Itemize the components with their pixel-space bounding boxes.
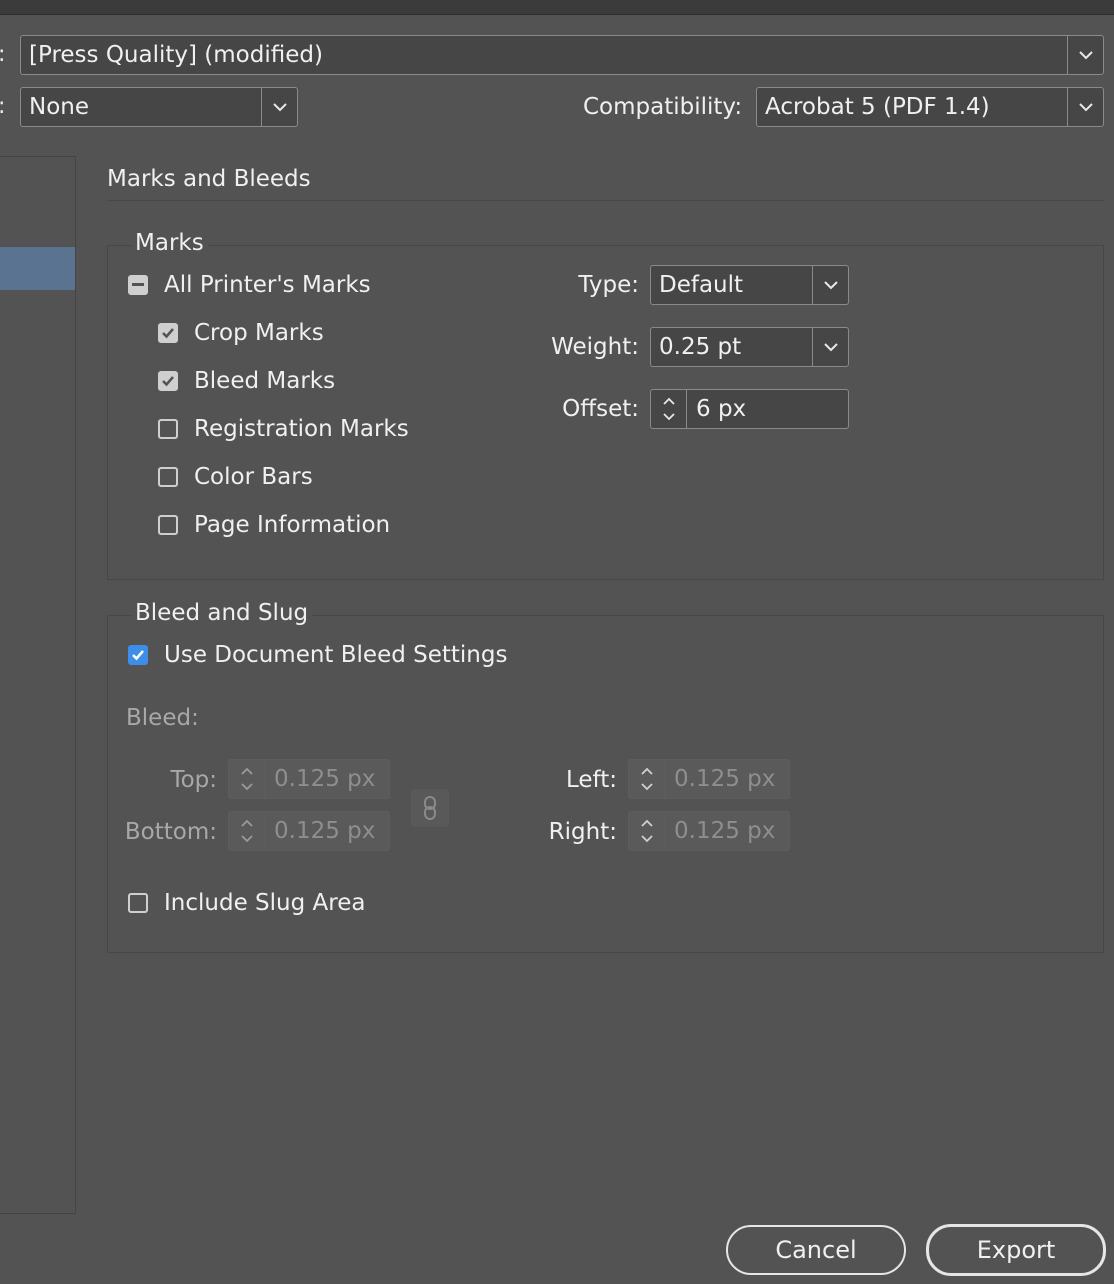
type-value: Default bbox=[659, 272, 744, 298]
bleed-marks-checkbox[interactable]: Bleed Marks bbox=[158, 368, 335, 394]
link-icon[interactable] bbox=[411, 789, 449, 827]
preset-value: [Press Quality] (modified) bbox=[29, 42, 323, 68]
color-bars-label: Color Bars bbox=[194, 464, 313, 490]
top-bleed-stepper[interactable]: 0.125 px bbox=[228, 759, 390, 799]
preset-label-fragment: : bbox=[0, 42, 5, 67]
include-slug-area-label: Include Slug Area bbox=[164, 890, 366, 916]
chevron-down-icon bbox=[261, 88, 297, 126]
registration-marks-checkbox[interactable]: Registration Marks bbox=[158, 416, 409, 442]
stepper-arrows-icon[interactable] bbox=[229, 760, 265, 798]
weight-label: Weight: bbox=[551, 334, 639, 360]
category-sidebar bbox=[0, 156, 76, 1214]
bottom-label: Bottom: bbox=[124, 819, 217, 845]
bottom-bleed-stepper[interactable]: 0.125 px bbox=[228, 811, 390, 851]
right-label: Right: bbox=[548, 819, 617, 845]
compatibility-label: Compatibility: bbox=[583, 94, 743, 120]
compatibility-value: Acrobat 5 (PDF 1.4) bbox=[765, 94, 990, 120]
checkbox-empty bbox=[128, 893, 148, 913]
offset-stepper[interactable]: 6 px bbox=[650, 389, 849, 429]
all-printers-marks-label: All Printer's Marks bbox=[164, 272, 371, 298]
page-information-checkbox[interactable]: Page Information bbox=[158, 512, 390, 538]
crop-marks-label: Crop Marks bbox=[194, 320, 324, 346]
chevron-down-icon bbox=[812, 328, 848, 366]
bleed-label: Bleed: bbox=[126, 705, 199, 731]
section-divider bbox=[107, 200, 1104, 201]
checkmark-icon bbox=[128, 645, 148, 665]
chevron-down-icon bbox=[1067, 36, 1103, 74]
color-bars-checkbox[interactable]: Color Bars bbox=[158, 464, 313, 490]
include-slug-area-checkbox[interactable]: Include Slug Area bbox=[128, 890, 365, 916]
weight-dropdown[interactable]: 0.25 pt bbox=[650, 327, 849, 367]
weight-value: 0.25 pt bbox=[659, 334, 742, 360]
type-label: Type: bbox=[578, 272, 639, 298]
offset-value: 6 px bbox=[696, 396, 747, 422]
compatibility-dropdown[interactable]: Acrobat 5 (PDF 1.4) bbox=[756, 87, 1104, 127]
page-information-label: Page Information bbox=[194, 512, 391, 538]
preset-dropdown[interactable]: [Press Quality] (modified) bbox=[20, 35, 1104, 75]
checkbox-empty bbox=[158, 419, 178, 439]
cancel-button[interactable]: Cancel bbox=[726, 1225, 906, 1275]
chevron-down-icon bbox=[812, 266, 848, 304]
checkmark-icon bbox=[158, 323, 178, 343]
checkbox-empty bbox=[158, 467, 178, 487]
all-printers-marks-checkbox[interactable]: All Printer's Marks bbox=[128, 272, 371, 298]
sidebar-item-marks-and-bleeds[interactable] bbox=[0, 247, 75, 290]
title-bar bbox=[0, 0, 1114, 15]
checkbox-empty bbox=[158, 515, 178, 535]
section-title: Marks and Bleeds bbox=[107, 166, 311, 192]
chevron-down-icon bbox=[1067, 88, 1103, 126]
bleed-slug-legend: Bleed and Slug bbox=[131, 600, 313, 626]
offset-label: Offset: bbox=[562, 396, 639, 422]
right-bleed-value: 0.125 px bbox=[674, 818, 776, 844]
standard-label-fragment: : bbox=[0, 94, 5, 119]
stepper-arrows-icon[interactable] bbox=[629, 812, 665, 850]
right-bleed-stepper[interactable]: 0.125 px bbox=[628, 811, 790, 851]
bottom-bleed-value: 0.125 px bbox=[274, 818, 376, 844]
use-document-bleed-label: Use Document Bleed Settings bbox=[164, 642, 508, 668]
stepper-arrows-icon[interactable] bbox=[651, 390, 687, 428]
standard-dropdown[interactable]: None bbox=[20, 87, 298, 127]
stepper-arrows-icon[interactable] bbox=[629, 760, 665, 798]
crop-marks-checkbox[interactable]: Crop Marks bbox=[158, 320, 324, 346]
top-bleed-value: 0.125 px bbox=[274, 766, 376, 792]
standard-value: None bbox=[29, 94, 90, 120]
left-label: Left: bbox=[565, 767, 617, 793]
checkmark-icon bbox=[158, 371, 178, 391]
top-label: Top: bbox=[170, 767, 217, 793]
export-button[interactable]: Export bbox=[926, 1224, 1106, 1276]
type-dropdown[interactable]: Default bbox=[650, 265, 849, 305]
registration-marks-label: Registration Marks bbox=[194, 416, 409, 442]
bleed-marks-label: Bleed Marks bbox=[194, 368, 336, 394]
marks-legend: Marks bbox=[131, 230, 208, 256]
use-document-bleed-checkbox[interactable]: Use Document Bleed Settings bbox=[128, 642, 507, 668]
left-bleed-value: 0.125 px bbox=[674, 766, 776, 792]
minus-icon bbox=[128, 275, 148, 295]
left-bleed-stepper[interactable]: 0.125 px bbox=[628, 759, 790, 799]
stepper-arrows-icon[interactable] bbox=[229, 812, 265, 850]
